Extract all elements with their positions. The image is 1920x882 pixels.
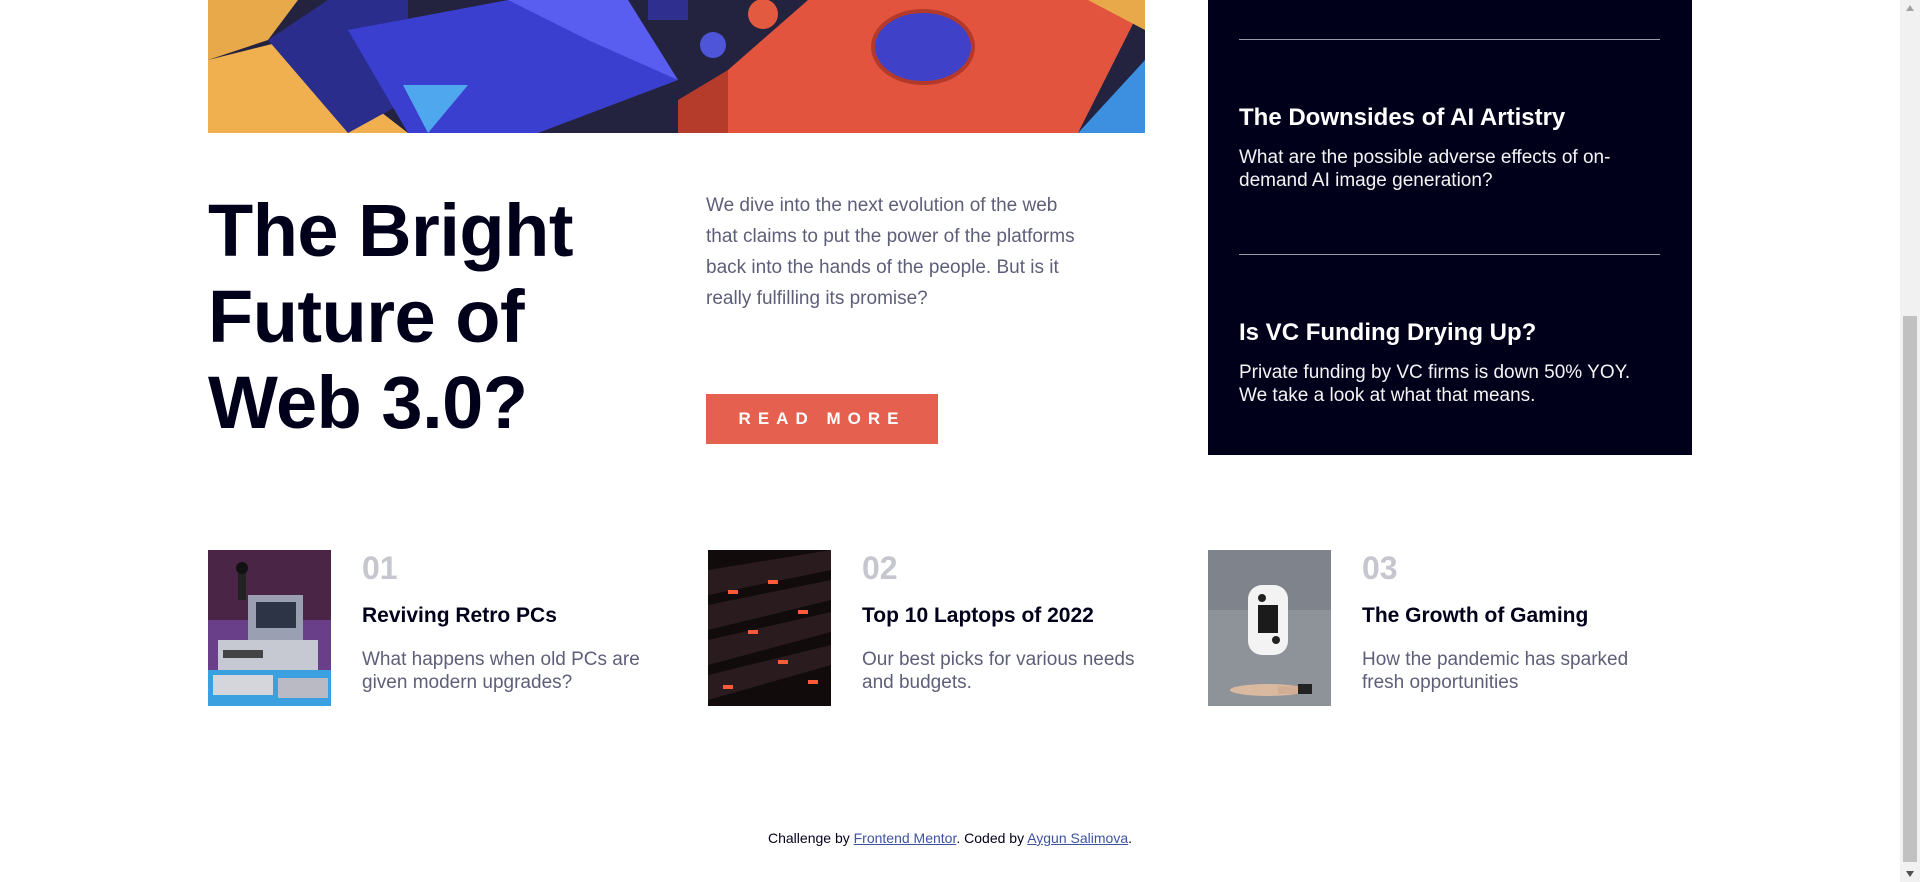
hero-image [208, 0, 1145, 133]
card-description: How the pandemic has sparked fresh oppor… [1362, 649, 1629, 693]
card-number: 01 [362, 550, 398, 586]
attribution: Challenge by Frontend Mentor. Coded by A… [0, 830, 1900, 846]
abstract-shapes-illustration [208, 0, 1145, 133]
article-card: 03 The Growth of Gaming How the pandemic… [1208, 550, 1678, 706]
news-item-description: Private funding by VC firms is down 50% … [1239, 362, 1631, 406]
card-title[interactable]: Reviving Retro PCs [362, 604, 557, 628]
panel-divider [1239, 39, 1660, 40]
frontend-mentor-link[interactable]: Frontend Mentor [854, 830, 957, 846]
card-title[interactable]: Top 10 Laptops of 2022 [862, 604, 1094, 628]
article-card: 01 Reviving Retro PCs What happens when … [208, 550, 678, 706]
article-headline: The Bright Future of Web 3.0? [208, 189, 573, 444]
news-item: Is VC Funding Drying Up? Private funding… [1239, 319, 1660, 407]
card-title[interactable]: The Growth of Gaming [1362, 604, 1588, 628]
article-intro: We dive into the next evolution of the w… [706, 195, 1075, 309]
page: The Bright Future of Web 3.0? We dive in… [0, 0, 1900, 882]
scroll-up-arrow-icon[interactable] [1900, 0, 1920, 16]
news-item: The Downsides of AI Artistry What are th… [1239, 104, 1660, 192]
attribution-middle: . Coded by [956, 830, 1028, 846]
game-controller-image [1208, 550, 1331, 706]
read-more-button[interactable]: READ MORE [706, 394, 938, 444]
article-card: 02 Top 10 Laptops of 2022 Our best picks… [708, 550, 1178, 706]
news-item-description: What are the possible adverse effects of… [1239, 147, 1611, 191]
retro-pc-image [208, 550, 331, 706]
news-item-title[interactable]: The Downsides of AI Artistry [1239, 104, 1660, 132]
panel-divider [1239, 254, 1660, 255]
card-number: 03 [1362, 550, 1398, 586]
author-link[interactable]: Aygun Salimova [1027, 830, 1128, 846]
scroll-down-arrow-icon[interactable] [1900, 866, 1920, 882]
vertical-scrollbar[interactable] [1900, 0, 1920, 882]
card-number: 02 [862, 550, 898, 586]
attribution-prefix: Challenge by [768, 830, 854, 846]
card-description: Our best picks for various needs and bud… [862, 649, 1135, 693]
laptop-keyboard-image [708, 550, 831, 706]
scrollbar-thumb[interactable] [1903, 316, 1917, 862]
news-item-title[interactable]: Is VC Funding Drying Up? [1239, 319, 1660, 347]
new-articles-panel: The Downsides of AI Artistry What are th… [1208, 0, 1692, 455]
card-description: What happens when old PCs are given mode… [362, 649, 640, 693]
attribution-suffix: . [1128, 830, 1132, 846]
